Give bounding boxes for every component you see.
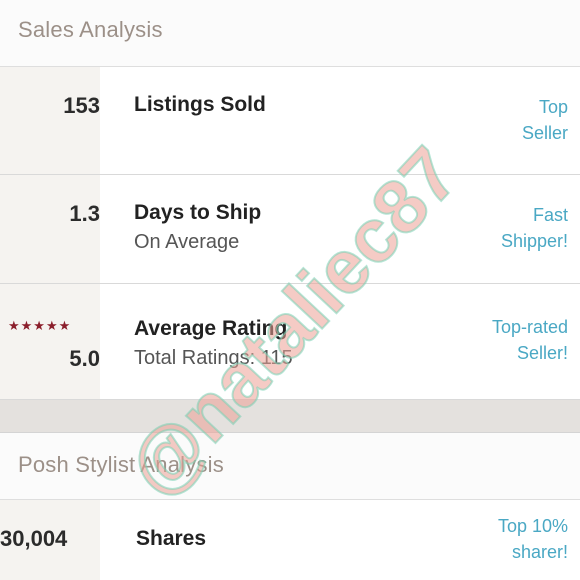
top-rated-seller-badge: Top-rated Seller!: [438, 314, 568, 366]
days-to-ship-row: 1.3 Days to Ship On Average Fast Shipper…: [0, 175, 580, 284]
fast-shipper-badge: Fast Shipper!: [438, 202, 568, 254]
days-to-ship-sublabel: On Average: [134, 231, 240, 253]
badge-line: Top: [538, 97, 568, 117]
top-seller-badge: Top Seller: [438, 94, 568, 146]
shares-count: 30,004: [0, 526, 68, 551]
badge-line: sharer!: [511, 542, 568, 562]
listings-sold-row: 153 Listings Sold Top Seller: [0, 67, 580, 175]
badge-line: Top-rated: [491, 317, 568, 337]
total-ratings-sublabel: Total Ratings: 115: [134, 347, 293, 369]
stat-column: 1.3: [0, 175, 100, 283]
listings-sold-count: 153: [63, 93, 100, 118]
average-rating-value: 5.0: [69, 346, 100, 371]
stat-column: 153: [0, 67, 100, 174]
stylist-analysis-title: Posh Stylist Analysis: [18, 452, 224, 477]
sales-analysis-title: Sales Analysis: [18, 17, 163, 42]
days-to-ship-label: Days to Ship: [134, 201, 262, 224]
listings-sold-label: Listings Sold: [134, 93, 266, 116]
badge-line: Shipper!: [500, 231, 568, 251]
average-rating-label: Average Rating: [134, 317, 288, 340]
days-to-ship-value: 1.3: [69, 201, 100, 226]
stat-column: 30,004: [0, 500, 100, 580]
rating-stars-icon: ★★★★★: [8, 318, 72, 333]
average-rating-row: ★★★★★ 5.0 Average Rating Total Ratings: …: [0, 284, 580, 400]
badge-line: Top 10%: [497, 516, 568, 536]
sales-analysis-header: Sales Analysis: [0, 0, 580, 67]
stat-column: ★★★★★ 5.0: [0, 284, 100, 399]
badge-line: Seller!: [516, 343, 568, 363]
section-divider: [0, 400, 580, 433]
stylist-analysis-header: Posh Stylist Analysis: [0, 433, 580, 500]
shares-label: Shares: [136, 527, 207, 550]
top-sharer-badge: Top 10% sharer!: [438, 513, 568, 565]
badge-line: Seller: [521, 123, 568, 143]
badge-line: Fast: [532, 205, 568, 225]
shares-row: 30,004 Shares Top 10% sharer!: [0, 500, 580, 580]
